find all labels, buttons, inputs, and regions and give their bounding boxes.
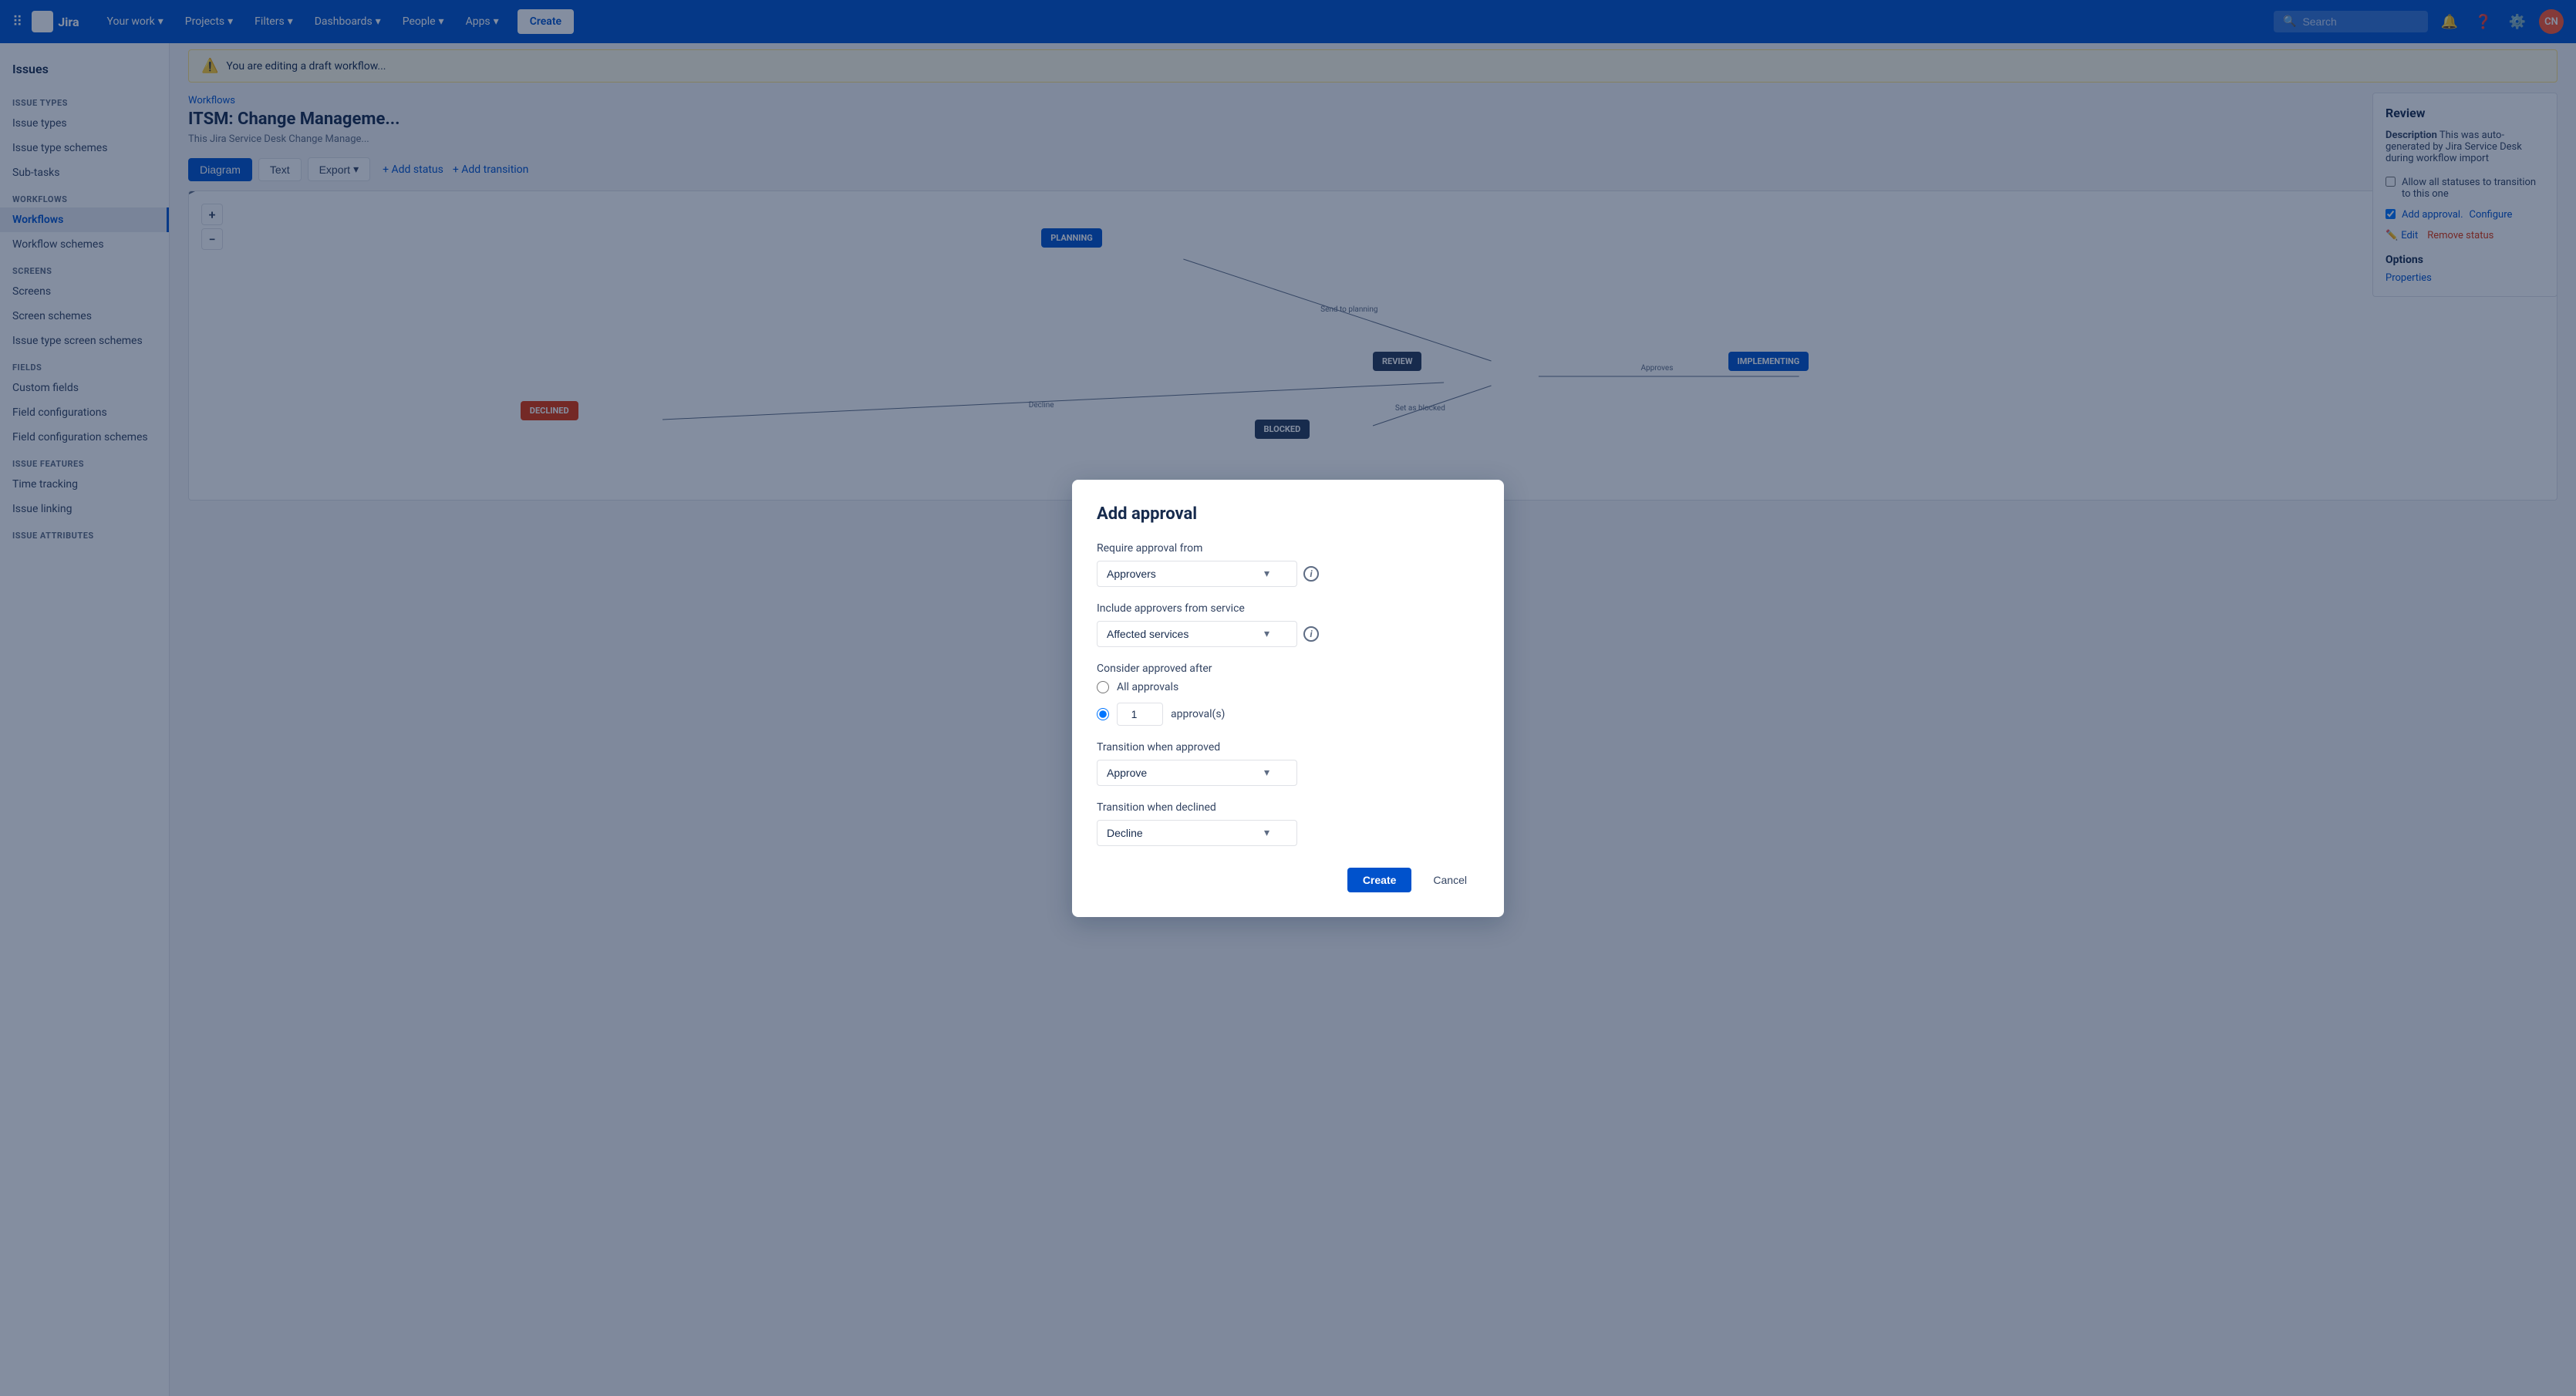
require-approval-label: Require approval from [1097, 542, 1479, 555]
transition-declined-row: Transition when declined Decline Approve… [1097, 801, 1479, 846]
include-approvers-select-wrapper: Affected services None ▾ i [1097, 621, 1479, 647]
number-approvals-input[interactable]: 1 [1117, 703, 1163, 726]
all-approvals-row: All approvals [1097, 681, 1479, 693]
modal-footer: Create Cancel [1097, 868, 1479, 892]
modal-title: Add approval [1097, 504, 1479, 524]
require-approval-row: Require approval from Approvers Reporter… [1097, 542, 1479, 587]
add-approval-modal: Add approval Require approval from Appro… [1072, 480, 1504, 917]
approvals-suffix: approval(s) [1171, 708, 1225, 720]
all-approvals-label: All approvals [1117, 681, 1178, 693]
number-approvals-radio[interactable] [1097, 708, 1109, 720]
number-approvals-row: 1 approval(s) [1097, 703, 1479, 726]
require-approval-info-icon[interactable]: i [1303, 566, 1319, 582]
include-approvers-label: Include approvers from service [1097, 602, 1479, 615]
consider-approved-label: Consider approved after [1097, 663, 1479, 675]
modal-overlay: Add approval Require approval from Appro… [0, 0, 2576, 1396]
transition-approved-select[interactable]: Approve Decline [1097, 760, 1297, 786]
radio-group-approvals: All approvals 1 approval(s) [1097, 681, 1479, 726]
modal-cancel-button[interactable]: Cancel [1421, 868, 1479, 892]
include-approvers-info-icon[interactable]: i [1303, 626, 1319, 642]
include-approvers-select[interactable]: Affected services None [1097, 621, 1297, 647]
require-approval-select-wrapper: Approvers Reporter Assignee ▾ i [1097, 561, 1479, 587]
transition-approved-row: Transition when approved Approve Decline… [1097, 741, 1479, 786]
transition-declined-select[interactable]: Decline Approve [1097, 820, 1297, 846]
transition-declined-label: Transition when declined [1097, 801, 1479, 814]
require-approval-select[interactable]: Approvers Reporter Assignee [1097, 561, 1297, 587]
consider-approved-row: Consider approved after All approvals 1 … [1097, 663, 1479, 726]
modal-create-button[interactable]: Create [1347, 868, 1412, 892]
transition-approved-label: Transition when approved [1097, 741, 1479, 754]
include-approvers-row: Include approvers from service Affected … [1097, 602, 1479, 647]
all-approvals-radio[interactable] [1097, 681, 1109, 693]
